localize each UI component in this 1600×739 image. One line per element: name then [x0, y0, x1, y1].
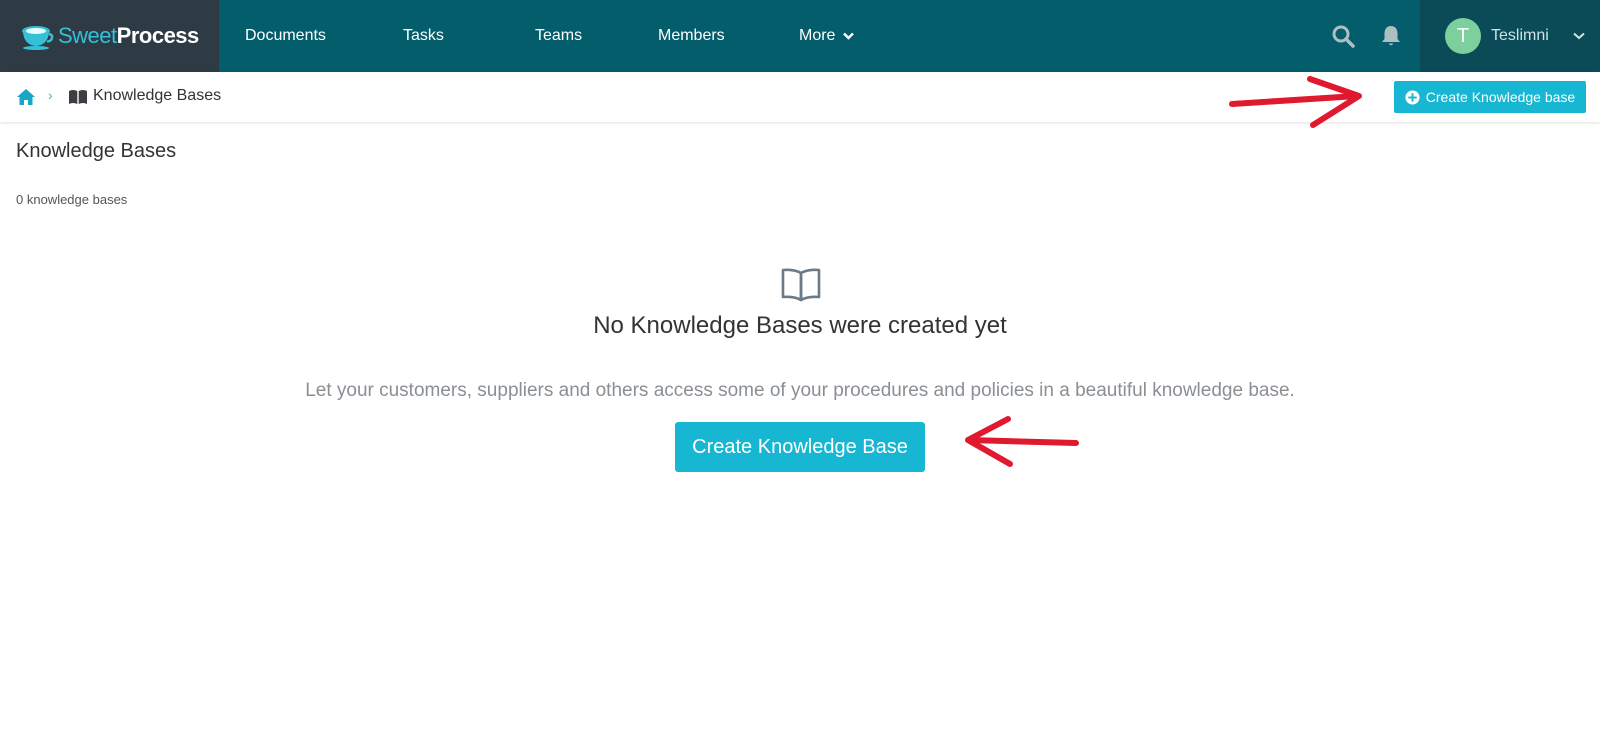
book-icon [69, 90, 87, 104]
logo-text-sweet: Sweet [58, 23, 117, 48]
chevron-down-icon [843, 32, 855, 40]
empty-state-description: Let your customers, suppliers and others… [305, 380, 1295, 401]
page-title: Knowledge Bases [16, 140, 177, 162]
nav-more[interactable]: More [799, 0, 855, 72]
annotation-arrow-right-icon [1229, 76, 1362, 128]
knowledge-base-count: 0 knowledge bases [16, 192, 128, 207]
create-knowledge-base-button-top[interactable]: Create Knowledge base [1394, 81, 1586, 113]
nav-more-label: More [799, 27, 836, 44]
logo-text-process: Process [116, 23, 200, 48]
empty-state-title: No Knowledge Bases were created yet [593, 312, 1007, 339]
annotation-arrow-left-icon [965, 416, 1079, 467]
app-logo[interactable]: SweetProcess [0, 0, 219, 72]
chevron-down-icon [1573, 32, 1585, 40]
nav-teams[interactable]: Teams [535, 0, 582, 72]
nav-documents[interactable]: Documents [245, 0, 326, 72]
create-knowledge-base-label: Create Knowledge base [1425, 89, 1576, 105]
nav-members[interactable]: Members [658, 0, 725, 72]
cup-logo-icon [22, 26, 54, 50]
bell-icon[interactable] [1379, 24, 1403, 48]
search-icon[interactable] [1331, 24, 1355, 48]
create-knowledge-base-button[interactable]: Create Knowledge Base [675, 422, 925, 472]
top-navigation: SweetProcess Documents Tasks Teams Membe… [0, 0, 1600, 72]
nav-tasks[interactable]: Tasks [403, 0, 444, 72]
breadcrumb-separator: › [48, 87, 53, 103]
breadcrumb-current[interactable]: Knowledge Bases [93, 87, 221, 105]
home-icon[interactable] [16, 88, 36, 106]
plus-circle-icon [1405, 89, 1420, 105]
user-name: Teslimni [1491, 27, 1549, 44]
user-menu[interactable]: T Teslimni [1420, 0, 1600, 72]
logo-text: SweetProcess [58, 23, 199, 49]
open-book-icon [781, 268, 821, 302]
avatar: T [1445, 18, 1481, 54]
